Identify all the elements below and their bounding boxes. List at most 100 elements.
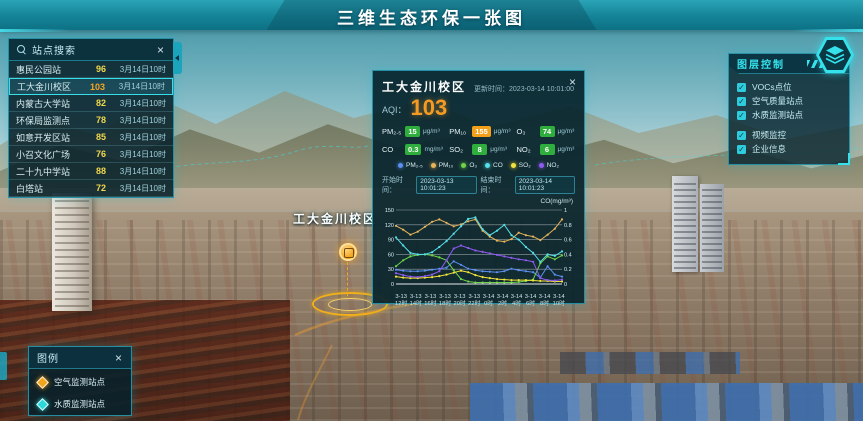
station-update-time: 3月14日10时 [106, 98, 166, 109]
header-edge-decoration [793, 29, 863, 32]
legend-series-name: O₃ [469, 162, 477, 169]
close-icon[interactable]: × [115, 352, 123, 364]
station-name: 白塔站 [16, 182, 84, 195]
chart-legend-item[interactable]: PM₁₀ [431, 162, 454, 169]
close-icon[interactable]: × [569, 76, 576, 88]
start-time-label: 开始时间： [382, 175, 412, 195]
panel-collapse-tab[interactable] [173, 42, 182, 74]
pollutant-grid: PM₂.₅15μg/m³PM₁₀155μg/m³O₃74μg/m³CO0.3mg… [382, 126, 575, 155]
search-icon[interactable] [17, 45, 26, 54]
checkbox-checked-icon[interactable]: ✓ [737, 83, 746, 92]
station-row[interactable]: 内蒙古大学站823月14日10时 [9, 95, 173, 112]
update-time-value: 2023-03-14 10:01:00 [509, 86, 574, 93]
station-row[interactable]: 白塔站723月14日10时 [9, 180, 173, 197]
station-name: 惠民公园站 [16, 63, 84, 76]
popup-title: 工大金川校区 [382, 78, 466, 95]
checkbox-checked-icon[interactable]: ✓ [737, 131, 746, 140]
layer-item-label: VOCs点位 [752, 81, 792, 93]
legend-dot-icon [461, 163, 466, 168]
x-axis-tick-label: 3-1322时 [468, 294, 480, 308]
header-edge-decoration [0, 29, 70, 32]
legend-dot-icon [431, 163, 436, 168]
station-rows: 惠民公园站963月14日10时工大金川校区1033月14日10时内蒙古大学站82… [9, 61, 173, 197]
x-axis-tick-label: 3-1410时 [553, 294, 565, 308]
station-name: 工大金川校区 [17, 80, 83, 93]
chart-legend-item[interactable]: O₃ [461, 162, 477, 169]
checkbox-checked-icon[interactable]: ✓ [737, 145, 746, 154]
x-axis-tick-label: 3-142时 [497, 294, 509, 308]
pollutant-label: PM₁₀ [449, 127, 469, 136]
svg-text:0: 0 [564, 282, 567, 288]
pollutant-label: PM₂.₅ [382, 127, 402, 136]
layer-item-label: 企业信息 [752, 143, 786, 155]
warehouse-roofs [470, 383, 863, 421]
station-update-time: 3月14日10时 [106, 149, 166, 160]
marker-ring-inner [328, 298, 372, 311]
station-row[interactable]: 惠民公园站963月14日10时 [9, 61, 173, 78]
layers-toggle-button[interactable] [816, 37, 854, 73]
marker-leader-line [347, 262, 348, 296]
svg-text:0.6: 0.6 [564, 238, 572, 244]
legend-series-name: CO [493, 162, 503, 169]
x-axis-tick-label: 3-146时 [525, 294, 537, 308]
end-time-input[interactable]: 2023-03-14 10:01:23 [515, 176, 575, 194]
layer-item[interactable]: ✓ 企业信息 [737, 142, 841, 156]
chart-legend-item[interactable]: CO [485, 162, 503, 169]
x-axis-tick-label: 3-148时 [539, 294, 551, 308]
warehouse-roofs [560, 352, 740, 374]
map-3d-view[interactable]: 工大金川校区 三维生态环保一张图 站点搜索 × 惠民公园站963月14日10时工… [0, 0, 863, 421]
panel-collapse-tab[interactable] [0, 352, 7, 380]
aqi-row: AQI： 103 [382, 97, 575, 119]
chart-legend-item[interactable]: NO₂ [539, 162, 559, 169]
station-row[interactable]: 如意开发区站853月14日10时 [9, 129, 173, 146]
svg-text:30: 30 [388, 267, 394, 273]
pollutant-item: NO₂6μg/m³ [517, 144, 576, 155]
layer-item[interactable]: ✓ VOCs点位 [737, 80, 841, 94]
station-name: 小召文化广场 [16, 148, 84, 161]
layer-item[interactable]: ✓水质监测站点 [737, 108, 841, 122]
layer-panel-title: 图层控制 [737, 56, 785, 71]
svg-text:0: 0 [391, 282, 394, 288]
legend-item: 水质监测站点 [38, 398, 122, 410]
station-update-time: 3月14日10时 [106, 183, 166, 194]
pollutant-unit: μg/m³ [494, 128, 511, 135]
pollutant-value-badge: 15 [405, 126, 420, 137]
panel-corner-decoration [838, 153, 850, 165]
legend-panel-header: 图例 × [29, 347, 131, 369]
chart-legend-item[interactable]: PM₂.₅ [398, 162, 423, 169]
station-row[interactable]: 小召文化广场763月14日10时 [9, 146, 173, 163]
x-axis-tick-label: 3-1318时 [439, 294, 451, 308]
svg-text:60: 60 [388, 252, 394, 258]
layer-item[interactable]: ✓空气质量站点 [737, 94, 841, 108]
layer-item[interactable]: ✓视频监控 [737, 128, 841, 142]
chart-legend-item[interactable]: SO₂ [511, 162, 531, 169]
pollutant-item: SO₂8μg/m³ [449, 144, 516, 155]
svg-text:90: 90 [388, 238, 394, 244]
legend-dot-icon [485, 163, 490, 168]
svg-text:150: 150 [385, 208, 394, 214]
legend-panel-title: 图例 [37, 350, 59, 365]
station-marker-icon[interactable] [339, 243, 357, 261]
legend-series-name: SO₂ [519, 162, 531, 169]
pollutant-item: CO0.3mg/m³ [382, 144, 449, 155]
checkbox-checked-icon[interactable]: ✓ [737, 97, 746, 106]
station-aqi-value: 82 [84, 98, 106, 108]
station-row[interactable]: 二十九中学站883月14日10时 [9, 163, 173, 180]
layer-list: ✓VOCs点位✓空气质量站点✓水质监测站点✓视频监控✓企业信息 [729, 74, 849, 164]
legend-items: 空气监测站点水质监测站点 [29, 369, 131, 417]
checkbox-checked-icon[interactable]: ✓ [737, 111, 746, 120]
close-icon[interactable]: × [157, 44, 165, 56]
legend-item-label: 水质监测站点 [54, 398, 105, 410]
station-row[interactable]: 环保局监测点783月14日10时 [9, 112, 173, 129]
pollutant-value-badge: 8 [472, 144, 487, 155]
legend-series-name: NO₂ [547, 162, 559, 169]
station-row[interactable]: 工大金川校区1033月14日10时 [9, 78, 173, 95]
x-axis-tick-label: 3-1314时 [410, 294, 422, 308]
station-aqi-value: 85 [84, 132, 106, 142]
right-axis-label: CO(mg/m³) [382, 198, 575, 205]
pollutant-value-badge: 74 [540, 126, 555, 137]
station-name: 内蒙古大学站 [16, 97, 84, 110]
start-time-input[interactable]: 2023-03-13 10:01:23 [416, 176, 476, 194]
aqi-value: 103 [411, 97, 448, 119]
station-aqi-value: 72 [84, 183, 106, 193]
